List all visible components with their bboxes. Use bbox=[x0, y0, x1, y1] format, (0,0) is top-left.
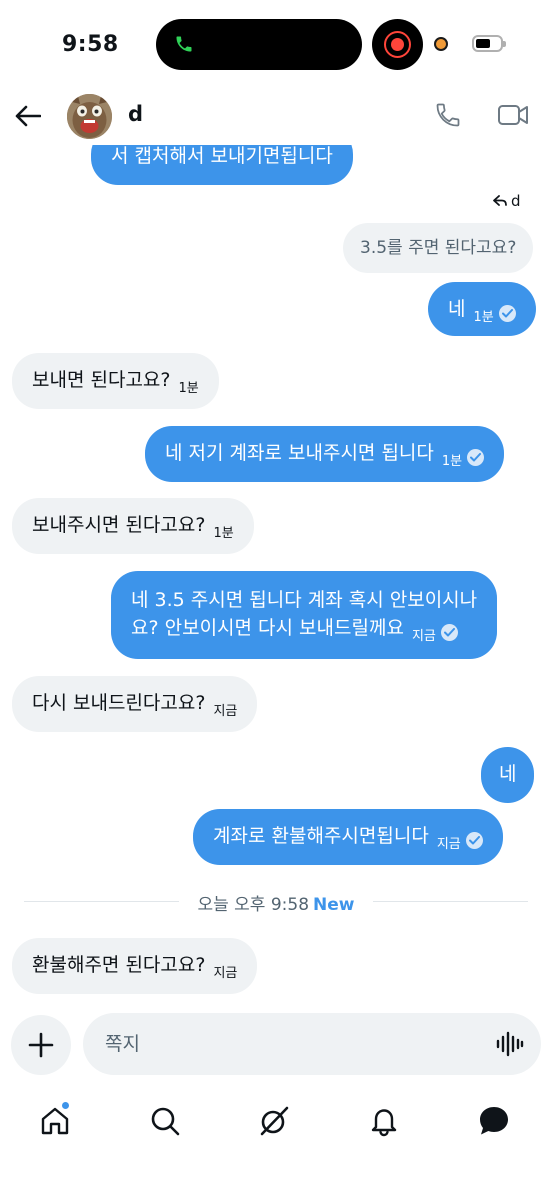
message-time: 1분 bbox=[213, 526, 234, 541]
add-attachment-button[interactable] bbox=[11, 1015, 71, 1075]
message-text-line-1: 네 3.5 주시면 됩니다 계좌 혹시 안보이시나 bbox=[131, 589, 478, 611]
message-bubble-outgoing[interactable]: 네 1분 bbox=[428, 282, 536, 336]
message-bubble-outgoing[interactable]: 네 저기 계좌로 보내주시면 됩니다 1분 bbox=[145, 426, 505, 482]
reply-arrow-icon bbox=[493, 195, 507, 206]
grok-icon bbox=[260, 1106, 289, 1136]
status-bar: 9:58 bbox=[0, 0, 552, 90]
message-time: 1분 bbox=[473, 310, 494, 325]
recording-dot-icon bbox=[391, 38, 404, 51]
message-bubble-incoming[interactable]: 보내면 된다고요? 1분 bbox=[12, 353, 219, 409]
nav-grok[interactable] bbox=[253, 1100, 295, 1142]
message-text: 네 bbox=[499, 763, 517, 785]
message-time: 1분 bbox=[441, 454, 463, 469]
contact-name[interactable]: d bbox=[128, 102, 143, 126]
message-bubble-outgoing[interactable]: 네 bbox=[481, 747, 535, 803]
reply-indicator: d bbox=[493, 192, 521, 210]
reply-to-name: d bbox=[511, 192, 521, 210]
read-check-icon bbox=[440, 624, 458, 641]
video-call-button[interactable] bbox=[496, 98, 530, 132]
message-input[interactable] bbox=[105, 1027, 475, 1061]
dynamic-island[interactable] bbox=[156, 19, 362, 70]
message-text: 네 bbox=[448, 298, 466, 320]
plus-icon bbox=[28, 1032, 54, 1058]
message-time: 지금 bbox=[411, 629, 436, 644]
message-bubble-incoming[interactable]: 보내주시면 된다고요? 1분 bbox=[12, 498, 254, 554]
message-time: 지금 bbox=[213, 966, 238, 981]
message-text: 서 캡처해서 보내기면됩니다 bbox=[111, 145, 333, 167]
message-composer bbox=[83, 1013, 541, 1075]
voice-waveform-icon bbox=[496, 1031, 524, 1057]
message-bubble-incoming[interactable]: 다시 보내드린다고요? 지금 bbox=[12, 676, 258, 732]
message-text: 다시 보내드린다고요? bbox=[32, 692, 206, 714]
mic-privacy-indicator bbox=[434, 37, 448, 51]
status-time: 9:58 bbox=[62, 32, 119, 57]
nav-notifications[interactable] bbox=[363, 1100, 405, 1142]
nav-search[interactable] bbox=[144, 1100, 186, 1142]
arrow-left-icon bbox=[15, 105, 41, 127]
message-time: 1분 bbox=[178, 381, 199, 396]
search-icon bbox=[151, 1107, 180, 1136]
avatar[interactable] bbox=[67, 94, 112, 139]
read-check-icon bbox=[467, 449, 485, 466]
read-check-icon bbox=[498, 305, 516, 322]
message-text: 계좌로 환불해주시면됩니다 bbox=[213, 825, 429, 847]
message-bubble-outgoing[interactable]: 서 캡처해서 보내기면됩니다 bbox=[91, 145, 353, 185]
message-text: 네 저기 계좌로 보내주시면 됩니다 bbox=[165, 442, 434, 464]
notifications-bell-icon bbox=[371, 1109, 397, 1137]
video-camera-icon bbox=[498, 105, 528, 125]
message-text: 보내면 된다고요? bbox=[32, 369, 171, 391]
phone-icon bbox=[436, 103, 460, 127]
message-text: 보내주시면 된다고요? bbox=[32, 514, 206, 536]
message-list[interactable]: 서 캡처해서 보내기면됩니다 d 3.5를 주면 된다고요? 네 1분 보내면 된… bbox=[0, 145, 552, 1000]
bottom-navigation bbox=[0, 1090, 552, 1150]
nav-home[interactable] bbox=[34, 1100, 76, 1142]
dm-conversation-screen: 9:58 d 서 캡처해서 보내기면됩니다 d 3.5를 주면 된다고요? 네 … bbox=[0, 0, 552, 1200]
quoted-message[interactable]: 3.5를 주면 된다고요? bbox=[343, 223, 534, 273]
screen-recording-indicator[interactable] bbox=[372, 19, 423, 70]
message-time: 지금 bbox=[213, 704, 238, 719]
message-text: 환불해주면 된다고요? bbox=[32, 954, 206, 976]
new-messages-divider: 오늘 오후 9:58 New bbox=[24, 890, 528, 915]
messages-icon bbox=[480, 1107, 508, 1135]
voice-message-button[interactable] bbox=[495, 1029, 525, 1059]
back-button[interactable] bbox=[12, 100, 44, 132]
conversation-header: d bbox=[0, 90, 552, 145]
nav-messages[interactable] bbox=[473, 1100, 515, 1142]
active-call-icon bbox=[174, 33, 194, 59]
message-bubble-outgoing[interactable]: 네 3.5 주시면 됩니다 계좌 혹시 안보이시나 요? 안보이시면 다시 보내… bbox=[111, 571, 498, 659]
new-badge: New bbox=[313, 895, 355, 915]
message-text-line-2: 요? 안보이시면 다시 보내드릴께요 bbox=[131, 617, 404, 639]
divider-timestamp: 오늘 오후 9:58 bbox=[197, 895, 310, 915]
voice-call-button[interactable] bbox=[431, 98, 465, 132]
battery-icon bbox=[472, 35, 506, 52]
notification-dot bbox=[61, 1101, 70, 1110]
message-time: 지금 bbox=[436, 837, 461, 852]
read-check-icon bbox=[465, 832, 483, 849]
message-bubble-incoming[interactable]: 환불해주면 된다고요? 지금 bbox=[12, 938, 258, 994]
message-bubble-outgoing[interactable]: 계좌로 환불해주시면됩니다지금 bbox=[193, 809, 503, 865]
